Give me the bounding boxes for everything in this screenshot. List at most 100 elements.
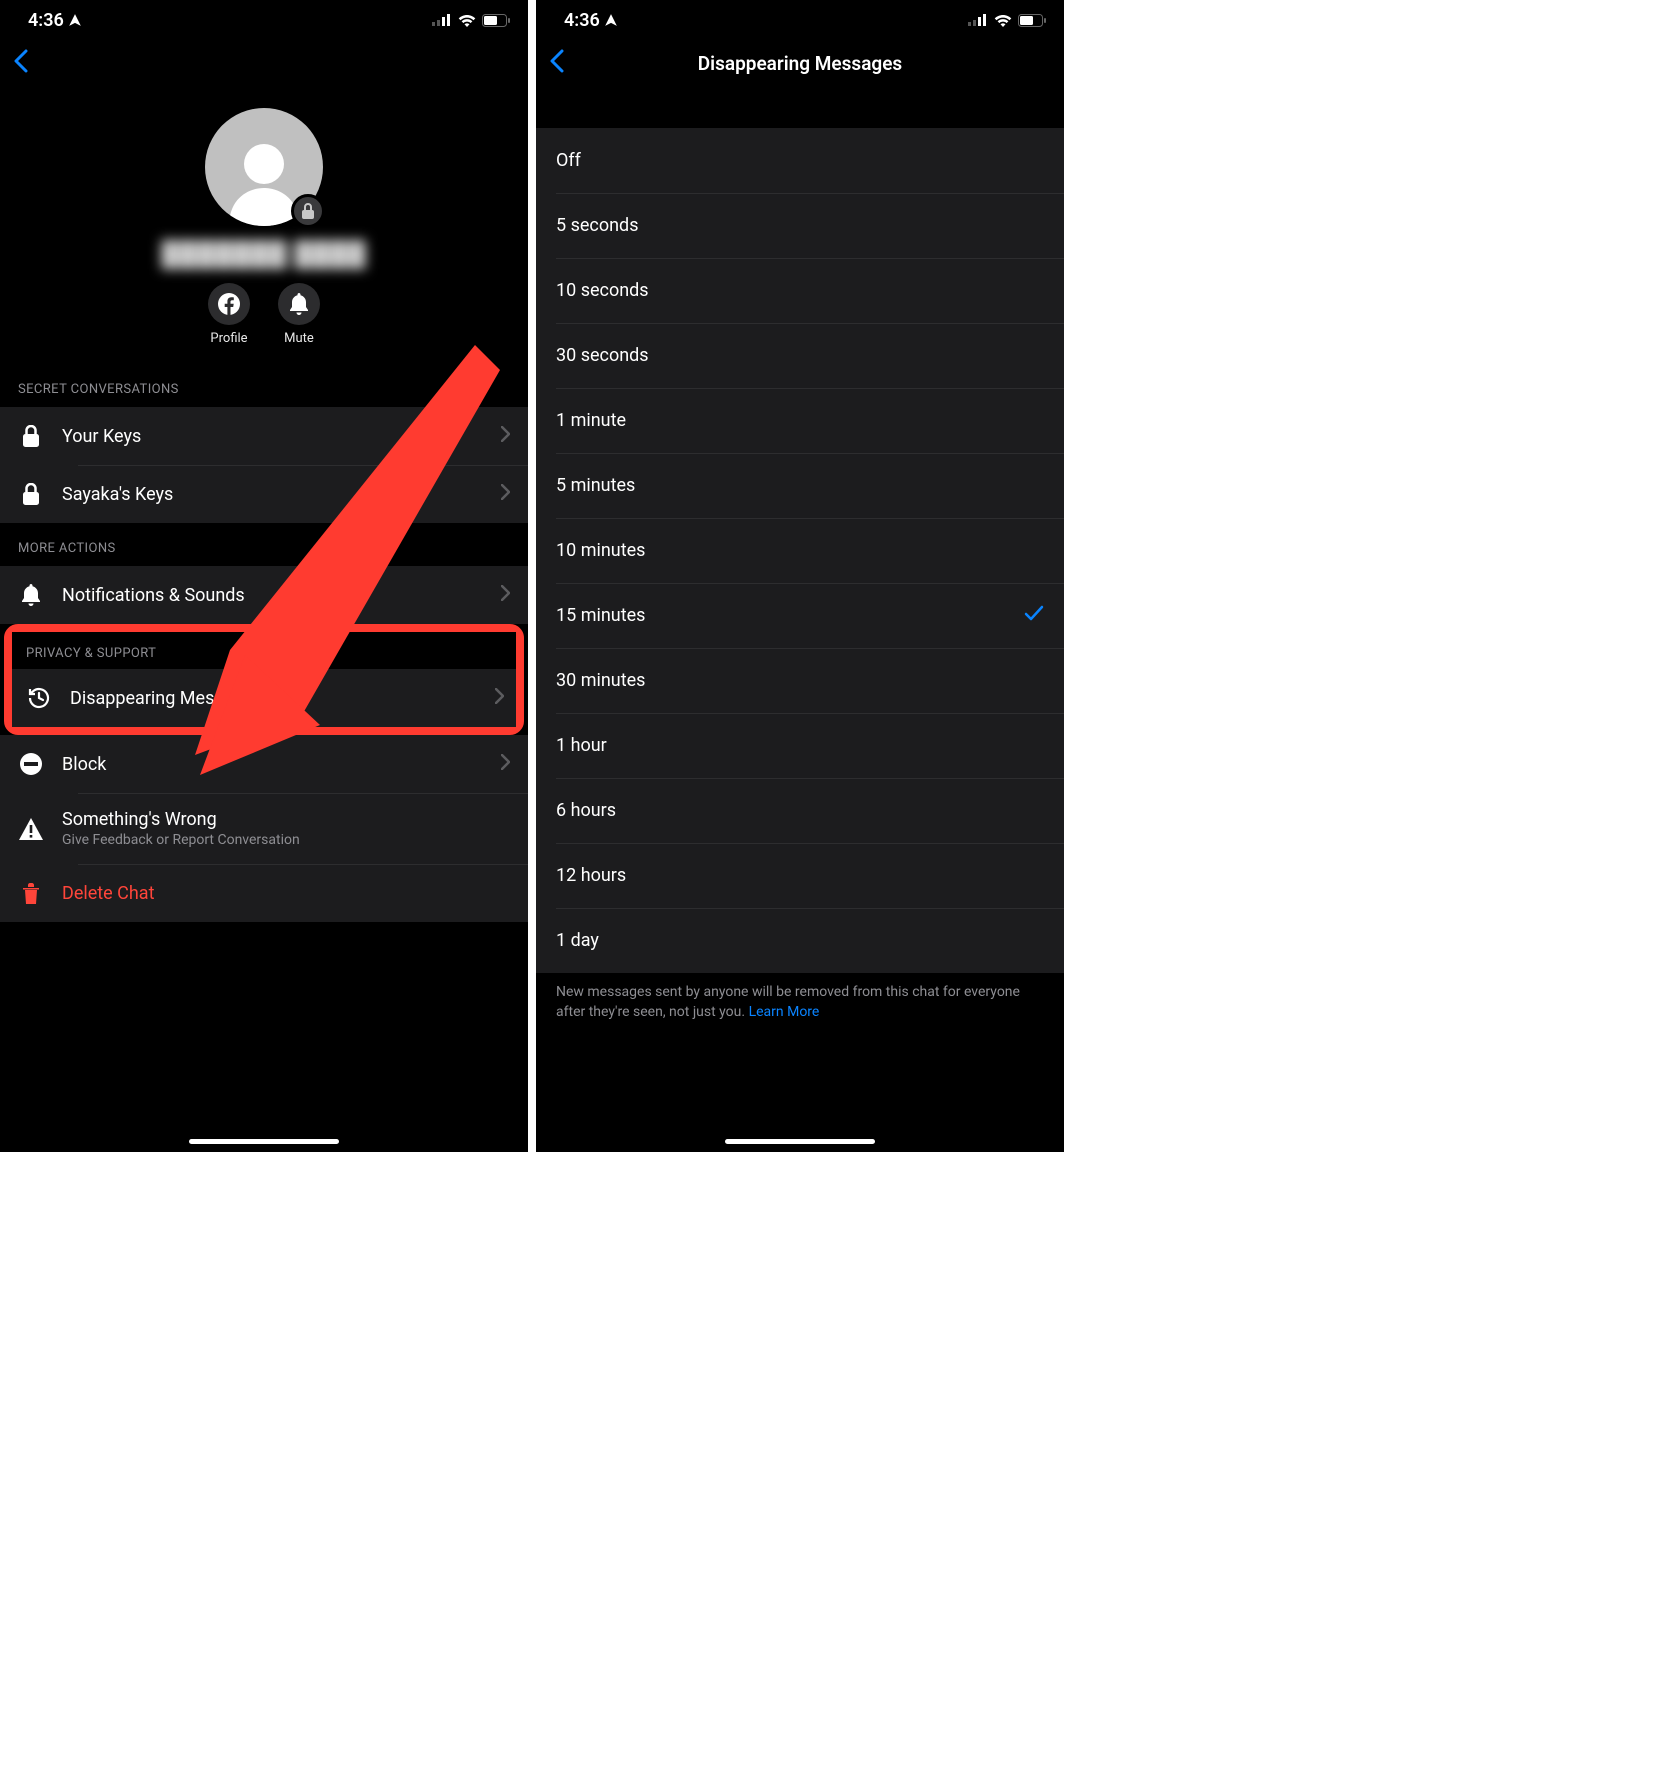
option-row[interactable]: 15 minutes [536,583,1064,648]
option-label: 1 hour [556,735,607,756]
chevron-left-icon [14,49,28,73]
footer-note: New messages sent by anyone will be remo… [536,973,1064,1032]
row-label: Notifications & Sounds [62,585,483,606]
status-icons [968,14,1046,27]
warning-icon [18,816,44,842]
option-label: 30 seconds [556,345,649,366]
bell-icon [289,293,309,315]
row-label: Delete Chat [62,883,510,904]
option-row[interactable]: 1 hour [536,713,1064,778]
nav-bar: Disappearing Messages [536,36,1064,88]
trash-icon [18,880,44,906]
row-label: Disappearing Messages [70,688,477,709]
home-indicator[interactable] [725,1139,875,1144]
option-row[interactable]: 6 hours [536,778,1064,843]
more-actions-list: Notifications & Sounds [0,566,528,624]
signal-icon [432,14,452,26]
section-more-actions: MORE ACTIONS [0,523,528,566]
option-row[interactable]: 10 seconds [536,258,1064,323]
option-label: Off [556,150,581,171]
option-label: 10 seconds [556,280,649,301]
facebook-icon [217,292,241,316]
privacy-list-rest: Block Something's Wrong Give Feedback or… [0,735,528,922]
row-label: Something's Wrong [62,809,510,830]
right-screen: 4:36 Disappearing Messages [536,0,1064,1152]
battery-icon [482,14,510,27]
option-label: 5 seconds [556,215,639,236]
row-notifications[interactable]: Notifications & Sounds [0,566,528,624]
option-row[interactable]: 5 minutes [536,453,1064,518]
action-buttons: Profile Mute [208,283,320,346]
option-label: 6 hours [556,800,616,821]
home-indicator[interactable] [189,1139,339,1144]
row-block[interactable]: Block [0,735,528,793]
lock-icon [301,203,315,219]
signal-icon [968,14,988,26]
block-icon [18,751,44,777]
status-time: 4:36 [564,10,618,31]
chevron-right-icon [501,484,510,504]
chevron-right-icon [501,585,510,605]
status-time: 4:36 [28,10,82,31]
secret-list: Your Keys Sayaka's Keys [0,407,528,523]
location-icon [604,13,618,27]
option-row[interactable]: 12 hours [536,843,1064,908]
learn-more-link[interactable]: Learn More [749,1004,820,1020]
row-label: Sayaka's Keys [62,484,483,505]
left-screen: 4:36 [0,0,528,1152]
wifi-icon [458,14,476,27]
option-row[interactable]: 5 seconds [536,193,1064,258]
option-label: 15 minutes [556,605,645,626]
chevron-right-icon [501,426,510,446]
back-button[interactable] [14,49,28,77]
lock-icon [18,481,44,507]
profile-button[interactable]: Profile [208,283,250,346]
option-row[interactable]: 30 minutes [536,648,1064,713]
profile-label: Profile [210,331,247,346]
status-icons [432,14,510,27]
option-label: 12 hours [556,865,626,886]
row-your-keys[interactable]: Your Keys [0,407,528,465]
option-row[interactable]: Off [536,128,1064,193]
row-delete-chat[interactable]: Delete Chat [0,864,528,922]
option-row[interactable]: 10 minutes [536,518,1064,583]
option-row[interactable]: 1 minute [536,388,1064,453]
avatar-wrap[interactable] [205,108,323,226]
nav-title: Disappearing Messages [536,52,1064,75]
option-label: 5 minutes [556,475,635,496]
row-sayakas-keys[interactable]: Sayaka's Keys [0,465,528,523]
profile-name: ███████ ████ [161,240,366,269]
mute-button[interactable]: Mute [278,283,320,346]
mute-label: Mute [284,331,314,346]
profile-header: ███████ ████ Profile Mute [0,88,528,364]
row-sublabel: Give Feedback or Report Conversation [62,832,510,848]
section-secret-conversations: SECRET CONVERSATIONS [0,364,528,407]
status-bar: 4:36 [536,0,1064,36]
option-label: 30 minutes [556,670,645,691]
chevron-right-icon [501,754,510,774]
check-icon [1024,605,1044,626]
encryption-badge [291,194,325,228]
bell-icon [18,582,44,608]
option-label: 10 minutes [556,540,645,561]
option-row[interactable]: 30 seconds [536,323,1064,388]
section-privacy: PRIVACY & SUPPORT [12,632,516,669]
row-disappearing-messages[interactable]: Disappearing Messages [12,669,516,727]
option-label: 1 minute [556,410,626,431]
battery-icon [1018,14,1046,27]
option-label: 1 day [556,930,599,951]
highlight-box: PRIVACY & SUPPORT Disappearing Messages [4,624,524,735]
nav-bar [0,36,528,88]
status-bar: 4:36 [0,0,528,36]
option-list: Off 5 seconds 10 seconds 30 seconds 1 minute… [536,88,1064,1152]
row-somethings-wrong[interactable]: Something's Wrong Give Feedback or Repor… [0,793,528,864]
row-label: Block [62,754,483,775]
history-icon [26,685,52,711]
chevron-right-icon [495,688,504,708]
location-icon [68,13,82,27]
row-label: Your Keys [62,426,483,447]
privacy-list-highlighted: Disappearing Messages [12,669,516,727]
wifi-icon [994,14,1012,27]
option-row[interactable]: 1 day [536,908,1064,973]
lock-icon [18,423,44,449]
